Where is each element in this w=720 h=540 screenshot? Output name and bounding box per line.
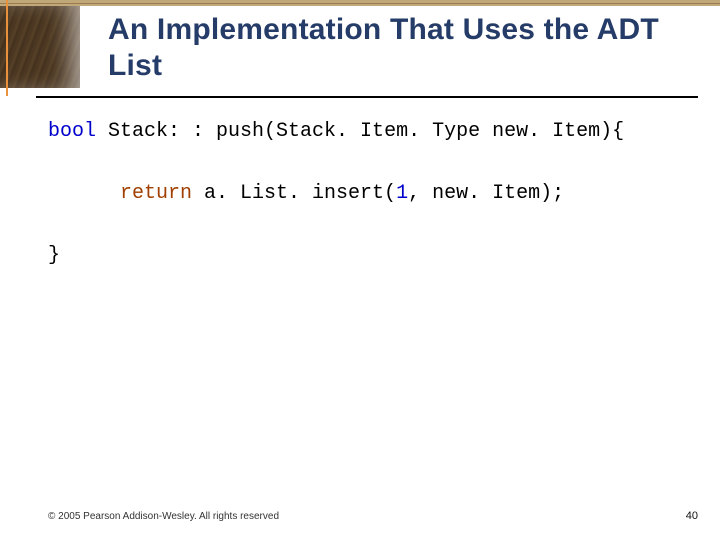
- top-accent-bar: [0, 0, 720, 6]
- decorative-photo: [0, 6, 82, 90]
- code-line-1-rest: Stack: : push(Stack. Item. Type new. Ite…: [96, 120, 624, 143]
- code-blank-2: [48, 209, 690, 240]
- literal-one: 1: [396, 182, 408, 205]
- copyright-text: © 2005 Pearson Addison-Wesley. All right…: [48, 511, 279, 522]
- code-block: bool Stack: : push(Stack. Item. Type new…: [48, 116, 690, 271]
- slide-title: An Implementation That Uses the ADT List: [108, 12, 700, 84]
- code-line-2: return a. List. insert(1, new. Item);: [48, 178, 690, 209]
- slide-body: bool Stack: : push(Stack. Item. Type new…: [48, 116, 690, 480]
- code-line-3: }: [48, 240, 690, 271]
- keyword-return: return: [120, 182, 192, 205]
- keyword-bool: bool: [48, 120, 96, 143]
- title-underline: [36, 96, 698, 98]
- code-line-2-mid: a. List. insert(: [192, 182, 396, 205]
- code-blank-1: [48, 147, 690, 178]
- code-line-1: bool Stack: : push(Stack. Item. Type new…: [48, 116, 690, 147]
- orange-accent-line: [6, 0, 8, 96]
- code-line-2-tail: , new. Item);: [408, 182, 564, 205]
- page-number: 40: [686, 510, 698, 522]
- slide: { "title": "An Implementation That Uses …: [0, 0, 720, 540]
